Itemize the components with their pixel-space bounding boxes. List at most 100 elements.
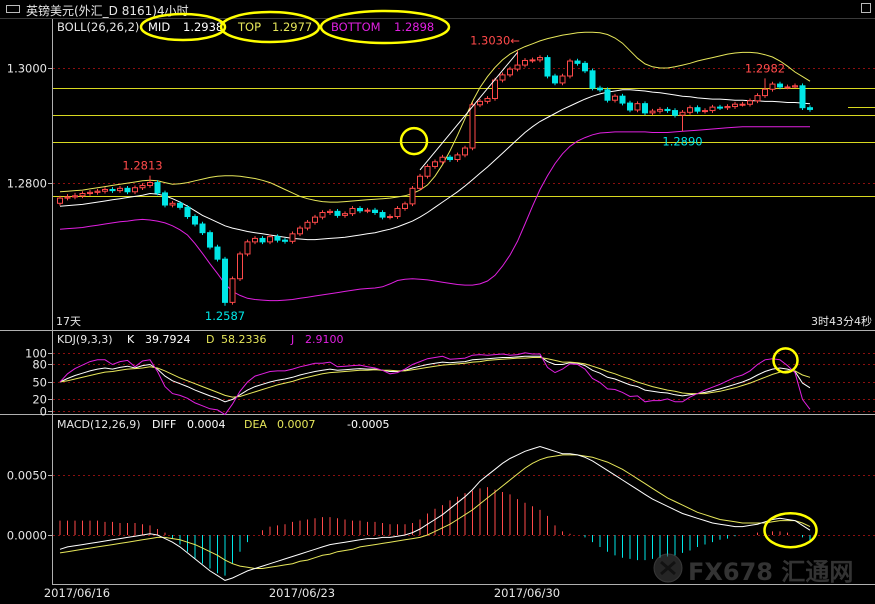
- candle-body: [702, 110, 708, 113]
- candle-body: [214, 246, 221, 260]
- candle-body: [387, 216, 393, 219]
- candle-body: [402, 203, 408, 209]
- candle-body: [799, 85, 806, 109]
- highlight-circle: [763, 511, 818, 549]
- candle-body: [492, 79, 498, 99]
- candle-body: [364, 209, 371, 212]
- watermark-text: FX678 汇通网: [688, 558, 853, 586]
- candle-body: [724, 106, 731, 109]
- candle-body: [507, 68, 513, 76]
- candle-body: [229, 278, 236, 303]
- candle-body: [529, 59, 536, 62]
- candle-body: [739, 103, 746, 106]
- j-value: 2.9100: [305, 333, 344, 346]
- candle-body: [109, 188, 116, 192]
- candle-body: [409, 187, 416, 205]
- candle-body: [394, 207, 401, 218]
- candle-body: [244, 241, 251, 255]
- candle-body: [762, 88, 768, 97]
- candle-body: [274, 236, 281, 241]
- candle-body: [357, 207, 363, 212]
- candle-body: [612, 95, 618, 101]
- candle-body: [237, 253, 243, 280]
- candle-body: [732, 103, 738, 108]
- candle-body: [484, 97, 491, 102]
- candle-body: [694, 107, 701, 112]
- dea-value: 0.0007: [277, 418, 316, 431]
- kdj-title: KDJ(9,3,3): [57, 333, 113, 346]
- macd-value: -0.0005: [347, 418, 389, 431]
- macd-y-tick-label: 0.0000: [7, 529, 47, 543]
- candle-body: [642, 103, 648, 114]
- candle-body: [559, 75, 566, 84]
- top-label: TOP: [237, 20, 261, 34]
- x-tick-label: 2017/06/30: [494, 586, 560, 600]
- candle-body: [477, 100, 483, 106]
- price-y-tick-label: 1.2800: [7, 177, 47, 191]
- candle-body: [304, 221, 311, 229]
- candle-body: [207, 232, 213, 248]
- bottom-value: 1.2898: [394, 20, 434, 34]
- candle-body: [544, 57, 551, 77]
- candle-body: [619, 95, 626, 104]
- candle-body: [634, 103, 641, 111]
- candle-body: [514, 64, 521, 70]
- candle-body: [57, 197, 63, 204]
- candle-body: [162, 192, 168, 206]
- candle-body: [139, 184, 146, 189]
- candle-body: [282, 239, 288, 242]
- candle-body: [154, 182, 161, 194]
- candle-body: [627, 102, 633, 111]
- mid-label: MID: [148, 20, 170, 34]
- stock-chart[interactable]: 1.30001.280010080502000.00500.00002017/0…: [0, 0, 875, 604]
- diff-label: DIFF: [152, 418, 176, 431]
- k-label: K: [127, 333, 135, 346]
- candle-body: [327, 210, 333, 214]
- macd-y-tick-label: 0.0050: [7, 469, 47, 483]
- candle-body: [349, 207, 356, 215]
- price-annotation: 1.2587: [205, 309, 245, 323]
- candle-body: [604, 89, 611, 101]
- candle-body: [124, 187, 131, 193]
- countdown-label: 3时43分4秒: [811, 314, 872, 328]
- candle-body: [147, 182, 153, 186]
- candle-body: [177, 202, 183, 208]
- boll-top-line: [59, 31, 811, 203]
- candle-body: [64, 196, 71, 199]
- candle-body: [784, 86, 791, 89]
- candle-body: [169, 202, 176, 206]
- candle-body: [379, 212, 386, 218]
- candle-body: [597, 87, 603, 91]
- candle-body: [462, 147, 468, 156]
- macd-title: MACD(12,26,9): [57, 418, 141, 431]
- candle-body: [672, 110, 678, 116]
- candle-body: [469, 104, 476, 149]
- candle-body: [769, 83, 776, 90]
- candle-body: [267, 236, 273, 243]
- candle-body: [792, 85, 798, 88]
- candle-body: [664, 108, 671, 112]
- candle-body: [679, 111, 686, 116]
- highlight-circle: [399, 126, 429, 156]
- x-tick-label: 2017/06/16: [44, 586, 110, 600]
- candle-body: [649, 110, 656, 114]
- candle-body: [319, 212, 326, 218]
- price-annotation: 1.3030←: [470, 34, 520, 48]
- price-y-tick-label: 1.3000: [7, 62, 47, 76]
- price-annotation: 1.2982: [745, 61, 785, 75]
- watermark-logo: [653, 553, 683, 583]
- candle-body: [777, 83, 783, 88]
- candle-body: [312, 216, 318, 223]
- kdj-y-tick-label: 50: [32, 376, 47, 390]
- boll-title: BOLL(26,26,2): [57, 20, 139, 34]
- candle-body: [342, 213, 348, 216]
- candle-body: [582, 62, 588, 72]
- candle-body: [432, 161, 438, 167]
- candle-body: [87, 191, 93, 195]
- candle-body: [259, 237, 266, 243]
- kdj-k-line: [59, 355, 811, 403]
- candle-body: [709, 106, 716, 112]
- candle-body: [334, 210, 341, 216]
- candle-body: [297, 227, 303, 235]
- d-label: D: [206, 333, 214, 346]
